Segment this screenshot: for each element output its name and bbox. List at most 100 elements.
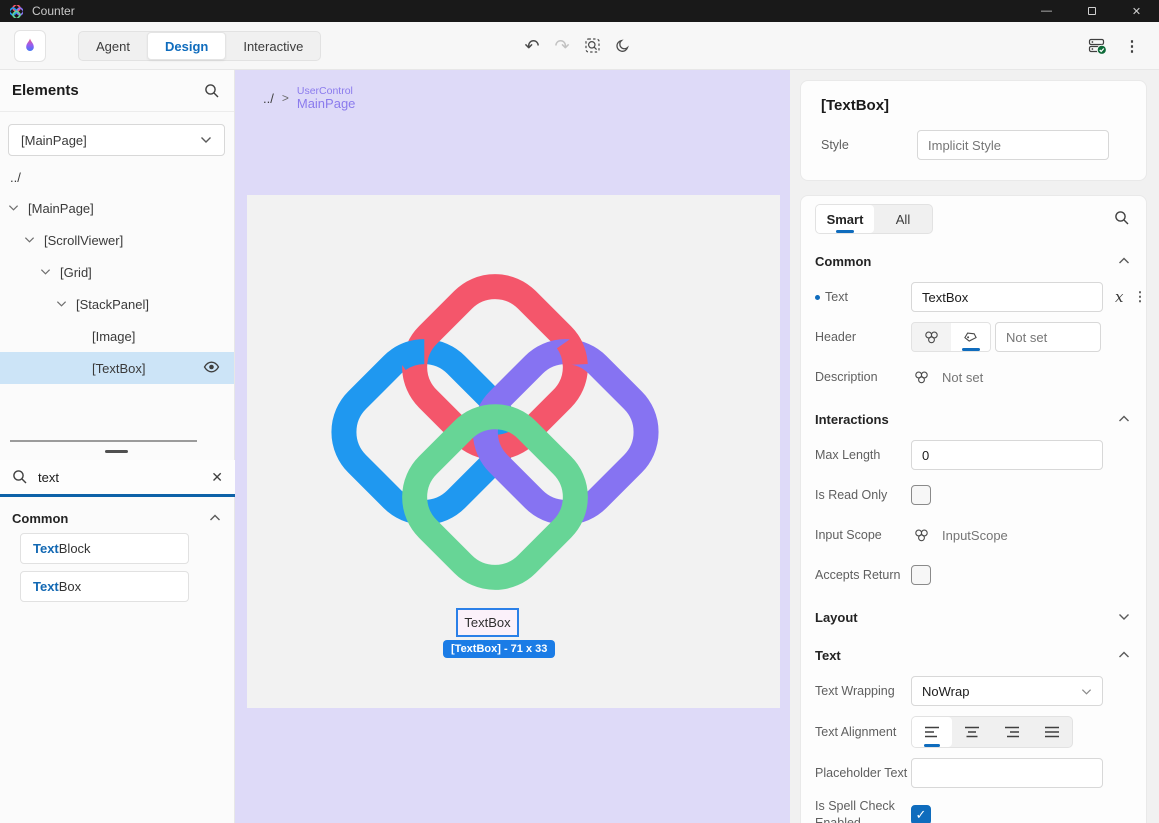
toolbox-item-textblock[interactable]: TextBlock xyxy=(20,533,189,564)
title-bar: Counter — ✕ xyxy=(0,0,1159,22)
cluster-icon[interactable] xyxy=(911,529,931,542)
tree-item-image[interactable]: [Image] xyxy=(0,320,234,352)
is-read-only-row: Is Read Only xyxy=(815,480,1132,510)
mode-tab-group: Agent Design Interactive xyxy=(78,31,321,61)
close-button[interactable]: ✕ xyxy=(1114,0,1159,22)
properties-search-icon[interactable] xyxy=(1114,210,1130,231)
style-row: Style xyxy=(821,130,1126,160)
properties-panel: [TextBox] Style Smart All Common xyxy=(790,70,1159,823)
tree-item-scrollviewer[interactable]: [ScrollViewer] xyxy=(0,224,234,256)
tab-interactive[interactable]: Interactive xyxy=(226,32,320,60)
header-input[interactable] xyxy=(995,322,1101,352)
section-common[interactable]: Common xyxy=(815,250,1132,272)
selected-textbox-element[interactable]: TextBox xyxy=(456,608,519,637)
placeholder-text-input[interactable] xyxy=(911,758,1103,788)
tree-item-stackpanel[interactable]: [StackPanel] xyxy=(0,288,234,320)
tree-item-mainpage[interactable]: [MainPage] xyxy=(0,192,234,224)
section-interactions[interactable]: Interactions xyxy=(815,408,1132,430)
splitter-grip-handle[interactable] xyxy=(105,450,128,453)
tab-agent[interactable]: Agent xyxy=(79,32,147,60)
toolbar: Agent Design Interactive ↶ ↷ ⋮ xyxy=(0,22,1159,70)
redo-button[interactable]: ↷ xyxy=(550,22,574,70)
input-scope-label: Input Scope xyxy=(815,527,911,544)
toolbox-section-common[interactable]: Common xyxy=(0,506,235,530)
visibility-eye-icon[interactable] xyxy=(203,360,220,377)
tree-item-label: [Grid] xyxy=(60,265,92,280)
tab-smart[interactable]: Smart xyxy=(816,205,874,233)
section-title: Interactions xyxy=(815,412,889,427)
align-justify-button[interactable] xyxy=(1032,717,1072,747)
breadcrumb-current[interactable]: UserControl MainPage xyxy=(297,86,356,111)
clear-search-icon[interactable]: ✕ xyxy=(211,469,223,486)
design-canvas[interactable]: ../ > UserControl MainPage TextBox [Text… xyxy=(235,70,790,823)
chevron-up-icon xyxy=(209,509,221,527)
align-right-button[interactable] xyxy=(992,717,1032,747)
more-options-button[interactable]: ⋮ xyxy=(1119,22,1145,70)
chevron-down-icon[interactable] xyxy=(56,300,68,308)
toolbox-search-box[interactable]: ✕ xyxy=(0,460,235,497)
align-left-icon xyxy=(924,725,941,739)
tree-item-label: [MainPage] xyxy=(28,201,94,216)
breadcrumb-control-name: MainPage xyxy=(297,97,356,111)
app-logo-image[interactable] xyxy=(305,242,685,622)
text-alignment-row: Text Alignment xyxy=(815,716,1132,748)
match-text: Text xyxy=(33,541,59,556)
breadcrumb-root[interactable]: ../ xyxy=(263,91,274,106)
chevron-down-icon[interactable] xyxy=(8,204,20,212)
header-editor-toggle xyxy=(911,322,991,352)
moon-icon xyxy=(615,38,631,54)
is-read-only-checkbox[interactable] xyxy=(911,485,931,505)
tree-root-path[interactable]: ../ xyxy=(10,170,21,185)
tab-all[interactable]: All xyxy=(874,205,932,233)
hot-design-flame-button[interactable] xyxy=(14,30,46,62)
cluster-icon[interactable] xyxy=(911,371,931,384)
text-wrapping-dropdown[interactable]: NoWrap xyxy=(911,676,1103,706)
toolbox-item-textbox[interactable]: TextBox xyxy=(20,571,189,602)
accepts-return-checkbox[interactable] xyxy=(911,565,931,585)
tab-design[interactable]: Design xyxy=(147,32,226,60)
chevron-down-icon[interactable] xyxy=(40,268,52,276)
align-left-button[interactable] xyxy=(912,717,952,747)
section-text[interactable]: Text xyxy=(815,644,1132,666)
align-center-icon xyxy=(964,725,981,739)
literal-value-toggle[interactable] xyxy=(951,323,990,351)
theme-toggle-button[interactable] xyxy=(610,22,636,70)
section-title: Common xyxy=(815,254,871,269)
toolbox-search-input[interactable] xyxy=(38,470,188,485)
tree-item-label: [ScrollViewer] xyxy=(44,233,123,248)
style-input[interactable] xyxy=(917,130,1109,160)
binding-x-icon[interactable]: x xyxy=(1115,288,1123,306)
elements-search-icon[interactable] xyxy=(204,83,220,104)
maximize-button[interactable] xyxy=(1069,0,1114,22)
minimize-button[interactable]: — xyxy=(1024,0,1069,22)
chevron-down-icon[interactable] xyxy=(24,236,36,244)
zoom-region-button[interactable] xyxy=(580,22,606,70)
element-summary-card: [TextBox] Style xyxy=(800,80,1147,181)
section-layout[interactable]: Layout xyxy=(815,606,1132,628)
tree-item-textbox[interactable]: [TextBox] xyxy=(0,352,234,384)
style-label: Style xyxy=(821,137,917,154)
property-options-icon[interactable]: ⋮ xyxy=(1133,289,1146,305)
advanced-value-toggle[interactable] xyxy=(912,323,951,351)
app-logo-icon xyxy=(10,5,23,18)
chevron-up-icon xyxy=(1118,646,1130,664)
align-center-button[interactable] xyxy=(952,717,992,747)
toolbox-section-title: Common xyxy=(12,511,68,526)
connection-status-button[interactable] xyxy=(1083,22,1113,70)
is-spell-check-checkbox[interactable]: ✓ xyxy=(911,805,931,823)
description-property-row: Description Not set xyxy=(815,362,1132,392)
scope-selector-value: [MainPage] xyxy=(21,133,87,148)
tag-icon xyxy=(963,330,978,345)
scope-selector-dropdown[interactable]: [MainPage] xyxy=(8,124,225,156)
input-scope-value: InputScope xyxy=(942,528,1008,543)
undo-button[interactable]: ↶ xyxy=(520,22,544,70)
panel-splitter[interactable] xyxy=(10,440,197,442)
cluster-icon xyxy=(924,331,939,344)
tree-item-grid[interactable]: [Grid] xyxy=(0,256,234,288)
text-alignment-group xyxy=(911,716,1073,748)
window-title: Counter xyxy=(32,4,75,18)
chevron-down-icon xyxy=(1118,608,1130,626)
text-input[interactable] xyxy=(911,282,1103,312)
align-justify-icon xyxy=(1044,725,1061,739)
max-length-input[interactable] xyxy=(911,440,1103,470)
